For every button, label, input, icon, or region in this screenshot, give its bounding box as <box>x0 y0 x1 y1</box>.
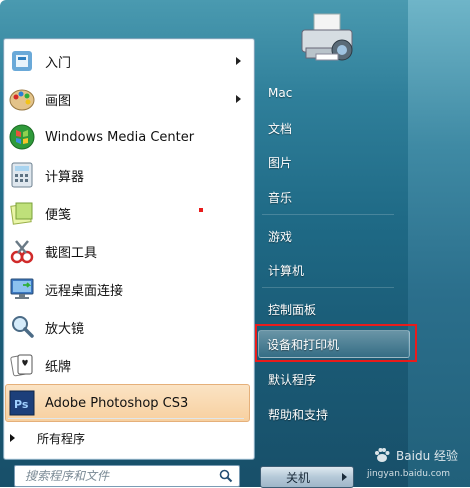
remote-desktop-icon <box>7 274 37 304</box>
right-item-control-panel[interactable]: 控制面板 <box>260 296 316 322</box>
program-label: Windows Media Center <box>45 129 195 145</box>
program-getting-started[interactable]: 入门 <box>6 43 249 79</box>
right-item-pictures[interactable]: 图片 <box>260 149 292 175</box>
program-label: 纸牌 <box>45 359 72 375</box>
watermark-text: Baidu 经验 <box>396 448 458 463</box>
submenu-arrow-icon[interactable] <box>236 57 241 65</box>
right-item-label: 控制面板 <box>268 302 317 317</box>
right-item-label: 音乐 <box>268 190 293 205</box>
program-label: 截图工具 <box>45 245 98 261</box>
divider <box>262 287 394 288</box>
program-label: 入门 <box>45 55 72 71</box>
right-item-label: 图片 <box>268 155 293 170</box>
paint-icon <box>7 84 37 114</box>
right-item-label: 默认程序 <box>268 372 317 387</box>
shutdown-label: 关机 <box>285 470 310 485</box>
right-item-music[interactable]: 音乐 <box>260 184 292 210</box>
right-item-label: 计算机 <box>268 263 305 278</box>
expand-arrow-icon <box>10 434 15 442</box>
program-label: 画图 <box>45 93 72 109</box>
right-item-computer[interactable]: 计算机 <box>260 257 304 283</box>
right-item-mac[interactable]: Mac <box>260 80 292 106</box>
program-snipping-tool[interactable]: 截图工具 <box>6 233 249 269</box>
calculator-icon <box>7 160 37 190</box>
baidu-watermark: Baidu 经验 <box>372 445 458 465</box>
all-programs-label: 所有程序 <box>37 431 86 446</box>
magnifier-icon <box>7 312 37 342</box>
sticky-notes-icon <box>7 198 37 228</box>
program-adobe-photoshop-cs3[interactable]: Ps Adobe Photoshop CS3 <box>5 384 250 422</box>
right-item-games[interactable]: 游戏 <box>260 223 292 249</box>
solitaire-icon <box>7 350 37 380</box>
search-icon[interactable] <box>219 469 233 483</box>
devices-printers-picture <box>301 13 353 61</box>
program-label: 便笺 <box>45 207 72 223</box>
media-center-icon <box>7 122 37 152</box>
baidu-paw-icon <box>375 448 390 462</box>
right-item-help-and-support[interactable]: 帮助和支持 <box>260 401 328 427</box>
watermark-url: jingyan.baidu.com <box>366 469 450 479</box>
program-calculator[interactable]: 计算器 <box>6 157 249 193</box>
program-windows-media-center[interactable]: Windows Media Center <box>6 119 249 155</box>
svg-text:Ps: Ps <box>14 398 29 411</box>
program-solitaire[interactable]: 纸牌 <box>6 347 249 383</box>
program-remote-desktop[interactable]: 远程桌面连接 <box>6 271 249 307</box>
right-item-label: 游戏 <box>268 229 293 244</box>
right-item-label: 帮助和支持 <box>268 407 329 422</box>
right-item-label: Mac <box>268 86 293 100</box>
program-label: 远程桌面连接 <box>45 283 124 299</box>
program-paint[interactable]: 画图 <box>6 81 249 117</box>
submenu-arrow-icon[interactable] <box>236 95 241 103</box>
annotation-highlight-box <box>255 324 417 362</box>
program-label: Adobe Photoshop CS3 <box>45 395 189 411</box>
program-label: 放大镜 <box>45 321 85 337</box>
snipping-tool-icon <box>7 236 37 266</box>
all-programs-button[interactable]: 所有程序 <box>10 428 85 448</box>
search-input[interactable] <box>23 468 217 484</box>
right-item-default-programs[interactable]: 默认程序 <box>260 366 316 392</box>
photoshop-icon: Ps <box>7 388 37 418</box>
program-label: 计算器 <box>45 169 85 185</box>
divider <box>8 418 244 419</box>
program-magnifier[interactable]: 放大镜 <box>6 309 249 345</box>
right-item-label: 文档 <box>268 121 293 136</box>
program-sticky-notes[interactable]: 便笺 <box>6 195 249 231</box>
right-item-documents[interactable]: 文档 <box>260 115 292 141</box>
search-box[interactable] <box>14 465 240 487</box>
getting-started-icon <box>7 46 37 76</box>
divider <box>262 214 394 215</box>
shutdown-options-button[interactable] <box>335 466 354 488</box>
shutdown-button[interactable]: 关机 <box>260 466 336 488</box>
annotation-dot <box>199 208 203 212</box>
chevron-right-icon <box>341 473 347 481</box>
